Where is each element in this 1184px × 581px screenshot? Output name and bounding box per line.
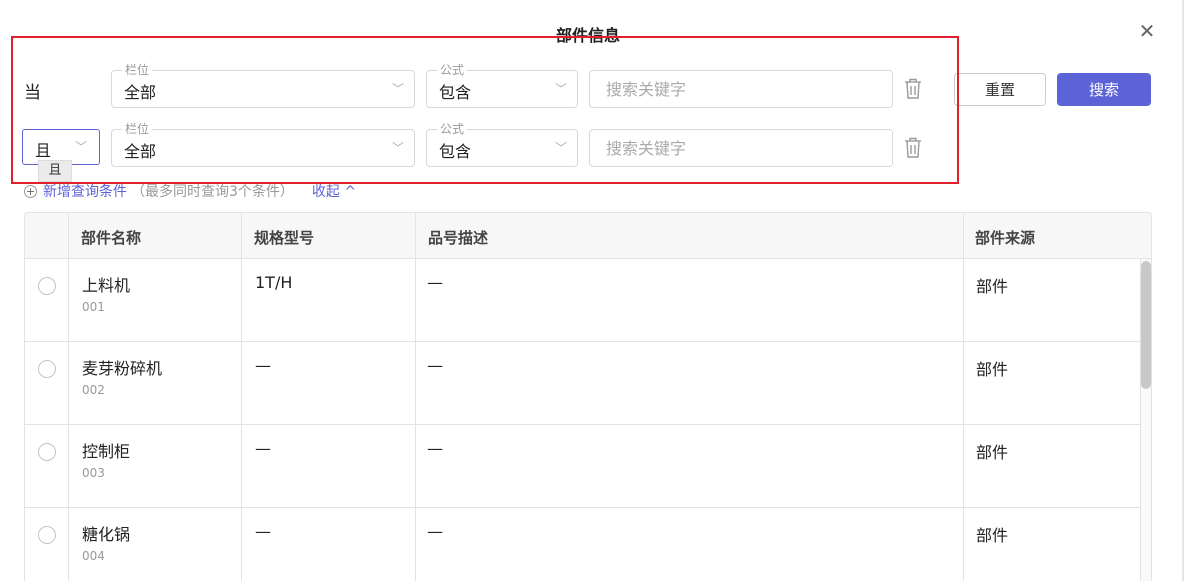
keyword-input-2[interactable] (589, 129, 893, 167)
chevron-up-icon: ^ (344, 184, 357, 200)
column-divider (415, 213, 416, 581)
part-desc: — (427, 273, 443, 292)
part-source: 部件 (976, 277, 1009, 296)
part-desc: — (427, 522, 443, 541)
field-value: 全部 (124, 83, 157, 102)
chevron-down-icon: ﹀ (75, 140, 88, 154)
part-spec: — (255, 522, 271, 541)
table-row[interactable]: 麦芽粉碎机 002 — — 部件 (25, 342, 1141, 425)
field-legend: 栏位 (122, 121, 153, 137)
part-name: 控制柜 (82, 442, 131, 461)
table-row[interactable]: 糖化锅 004 — — 部件 (25, 508, 1141, 581)
field-select-2[interactable]: 栏位 全部 ﹀ (111, 121, 415, 167)
parts-table: 部件名称 规格型号 品号描述 部件来源 上料机 001 1T/H — 部件 麦芽… (24, 212, 1152, 581)
part-code: 004 (82, 549, 105, 563)
add-condition-hint: （最多同时查询3个条件） (131, 184, 294, 200)
chevron-down-icon: ﹀ (391, 82, 404, 96)
trash-icon[interactable] (903, 77, 923, 101)
column-divider (241, 213, 242, 581)
reset-button[interactable]: 重置 (954, 73, 1046, 106)
part-spec: — (255, 439, 271, 458)
part-name: 麦芽粉碎机 (82, 359, 163, 378)
field-select-1[interactable]: 栏位 全部 ﹀ (111, 62, 415, 108)
part-desc: — (427, 439, 443, 458)
scrollbar-thumb[interactable] (1141, 261, 1151, 389)
formula-legend: 公式 (437, 62, 468, 78)
row-radio[interactable] (38, 443, 56, 461)
row-radio[interactable] (38, 526, 56, 544)
part-source: 部件 (976, 526, 1009, 545)
table-header: 部件名称 规格型号 品号描述 部件来源 (25, 213, 1151, 259)
part-code: 001 (82, 300, 105, 314)
field-value: 全部 (124, 142, 157, 161)
table-row[interactable]: 上料机 001 1T/H — 部件 (25, 259, 1141, 342)
part-source: 部件 (976, 443, 1009, 462)
keyword-input-1[interactable] (589, 70, 893, 108)
close-icon[interactable]: ✕ (1136, 20, 1158, 42)
search-button[interactable]: 搜索 (1057, 73, 1151, 106)
part-code: 002 (82, 383, 105, 397)
field-legend: 栏位 (122, 62, 153, 78)
part-desc: — (427, 356, 443, 375)
part-spec: — (255, 356, 271, 375)
chevron-down-icon: ﹀ (391, 141, 404, 155)
column-divider (963, 213, 964, 581)
part-spec: 1T/H (255, 273, 293, 292)
table-row[interactable]: 控制柜 003 — — 部件 (25, 425, 1141, 508)
column-divider (68, 213, 69, 581)
column-header-desc: 品号描述 (428, 229, 489, 247)
connector-value: 且 (35, 141, 52, 160)
chevron-down-icon: ﹀ (554, 141, 567, 155)
add-condition-link[interactable]: 新增查询条件 (43, 184, 127, 200)
column-header-spec: 规格型号 (254, 229, 315, 247)
collapse-link[interactable]: 收起 ^ (312, 184, 356, 200)
chevron-down-icon: ﹀ (554, 82, 567, 96)
row-radio[interactable] (38, 277, 56, 295)
part-name: 糖化锅 (82, 525, 131, 544)
formula-value: 包含 (439, 83, 472, 102)
trash-icon[interactable] (903, 136, 923, 160)
formula-legend: 公式 (437, 121, 468, 137)
condition-connector-when: 当 (24, 83, 41, 103)
part-source: 部件 (976, 360, 1009, 379)
column-header-source: 部件来源 (975, 229, 1036, 247)
formula-select-1[interactable]: 公式 包含 ﹀ (426, 62, 578, 108)
connector-tooltip: 且 (38, 160, 72, 182)
add-condition-row: + 新增查询条件 （最多同时查询3个条件） 收起 ^ (24, 181, 356, 201)
row-radio[interactable] (38, 360, 56, 378)
part-code: 003 (82, 466, 105, 480)
dialog-title: 部件信息 (555, 26, 620, 45)
plus-circle-icon[interactable]: + (24, 185, 37, 198)
collapse-label: 收起 (311, 184, 340, 200)
formula-select-2[interactable]: 公式 包含 ﹀ (426, 121, 578, 167)
formula-value: 包含 (439, 142, 472, 161)
part-name: 上料机 (82, 276, 131, 295)
column-header-name: 部件名称 (81, 229, 142, 247)
